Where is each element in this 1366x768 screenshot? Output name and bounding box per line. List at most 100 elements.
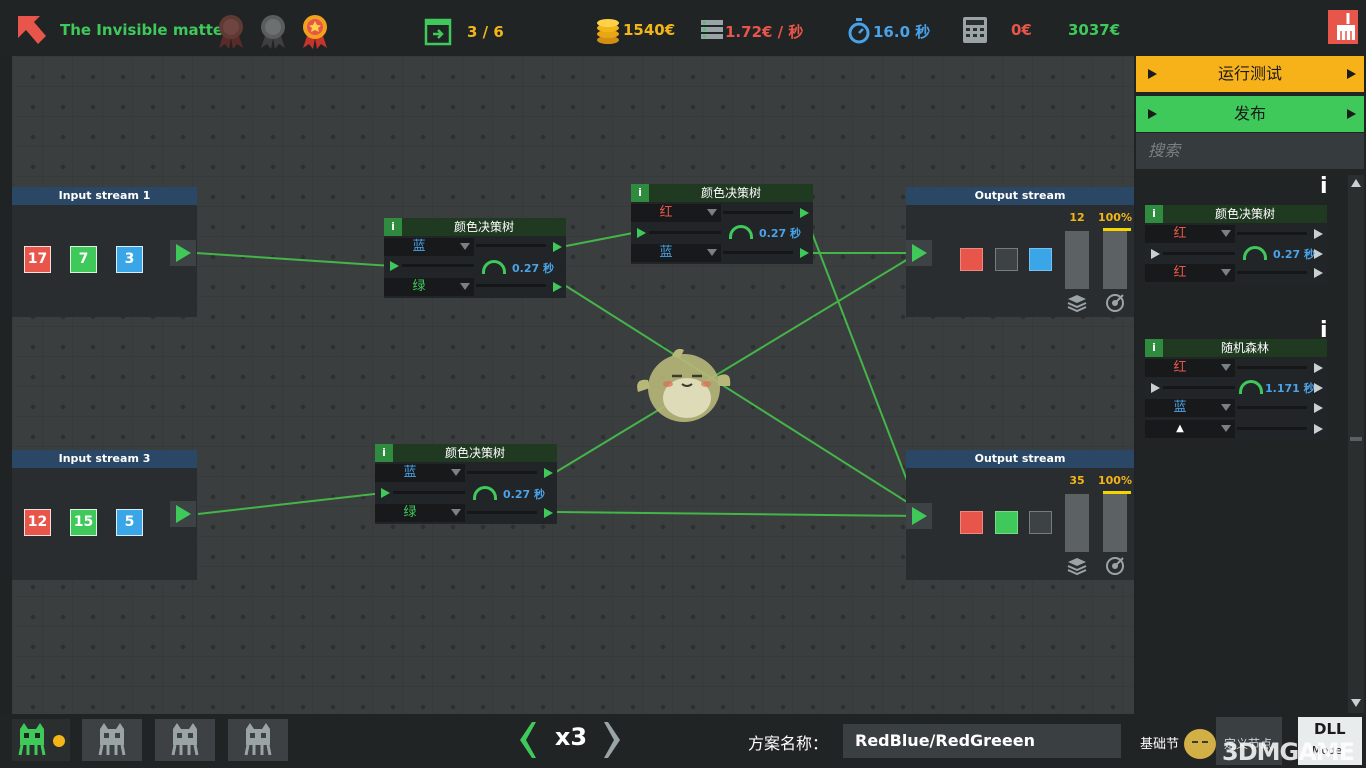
input-port[interactable] xyxy=(906,240,932,266)
node-speed: 0.27 秒 xyxy=(759,227,801,240)
mascot-creature-icon xyxy=(1184,729,1216,759)
run-test-button[interactable]: 运行测试 xyxy=(1136,56,1364,92)
output-port[interactable] xyxy=(544,468,553,478)
output-port[interactable] xyxy=(1314,268,1323,278)
robot-cat-icon xyxy=(98,723,126,756)
scroll-down-icon xyxy=(1351,699,1361,707)
node-speed: 1.171 秒 xyxy=(1265,382,1315,395)
input-port[interactable] xyxy=(906,503,932,529)
library-decision-tree[interactable]: i 颜色决策树 红 红 0.27 秒 xyxy=(1145,205,1327,285)
agent-slot-1[interactable] xyxy=(82,719,142,761)
node-title: 颜色决策树 xyxy=(402,218,566,236)
target-class-red xyxy=(960,248,983,271)
input-port[interactable] xyxy=(1151,249,1160,259)
scheme-name-input[interactable]: RedBlue/RedGreeen xyxy=(843,724,1121,758)
clean-broom-icon xyxy=(1337,13,1355,40)
sidebar-scrollbar[interactable] xyxy=(1348,175,1364,713)
class-select-2[interactable]: 红 xyxy=(1145,264,1235,282)
output-stream-2[interactable]: Output stream 35 100% xyxy=(906,450,1134,580)
input-stream-3[interactable]: Input stream 3 12 15 5 xyxy=(12,450,197,580)
scheme-name-label: 方案名称： xyxy=(748,734,829,753)
class-select-2[interactable]: 蓝 xyxy=(1145,399,1235,417)
clear-button[interactable] xyxy=(1328,10,1358,44)
class-select-2[interactable]: 绿 xyxy=(375,504,465,522)
info-icon[interactable]: i xyxy=(1145,205,1163,223)
level-title: The Invisible matter xyxy=(60,21,231,39)
speed-gauge-icon xyxy=(1239,380,1263,394)
output-stream-1[interactable]: Output stream 12 100% xyxy=(906,187,1134,317)
class-select-2[interactable]: 绿 xyxy=(384,278,474,296)
search-input[interactable]: 搜索 xyxy=(1136,133,1364,169)
node-title: 颜色决策树 xyxy=(1163,205,1327,223)
input-port[interactable] xyxy=(637,228,646,238)
output-port[interactable] xyxy=(1314,424,1323,434)
output-port[interactable] xyxy=(544,508,553,518)
input-port[interactable] xyxy=(390,261,399,271)
target-class-red xyxy=(960,511,983,534)
decision-tree-node-1[interactable]: i 颜色决策树 蓝 绿 0.27 秒 xyxy=(384,218,566,298)
input-port[interactable] xyxy=(381,488,390,498)
info-icon[interactable]: i xyxy=(384,218,402,236)
value-chip-green: 15 xyxy=(70,509,97,536)
output-port[interactable] xyxy=(170,501,196,527)
target-icon xyxy=(1106,294,1124,312)
value-chip-green: 7 xyxy=(70,246,97,273)
medal-silver-icon xyxy=(261,15,285,49)
decision-tree-node-3[interactable]: i 颜色决策树 蓝 绿 0.27 秒 xyxy=(375,444,557,524)
class-select-3[interactable]: ▲ xyxy=(1145,420,1235,438)
medal-bronze-icon xyxy=(219,15,243,49)
processed-count: 35 xyxy=(1069,474,1085,487)
output-port[interactable] xyxy=(1314,363,1323,373)
stream-title: Input stream 1 xyxy=(12,187,197,205)
play-icon xyxy=(1347,109,1356,119)
output-port[interactable] xyxy=(800,208,809,218)
target-icon xyxy=(1106,557,1124,575)
output-port[interactable] xyxy=(1314,229,1323,239)
speed-decrease-chevron-icon[interactable] xyxy=(514,720,538,760)
output-port[interactable] xyxy=(1314,249,1323,259)
info-icon[interactable]: i xyxy=(631,184,649,202)
processed-count: 12 xyxy=(1069,211,1085,224)
coins-icon xyxy=(597,19,619,44)
info-icon[interactable]: i xyxy=(1320,174,1328,199)
node-speed: 0.27 秒 xyxy=(512,262,554,275)
medal-gold-icon xyxy=(303,15,327,49)
agent-slot-2[interactable] xyxy=(155,719,215,761)
cost-value: 0€ xyxy=(1011,21,1032,39)
info-icon[interactable]: i xyxy=(375,444,393,462)
class-select-1[interactable]: 红 xyxy=(631,204,721,222)
class-select-2[interactable]: 蓝 xyxy=(631,244,721,262)
income-rate: 1.72€ / 秒 xyxy=(725,23,804,41)
decision-tree-node-2[interactable]: i 颜色决策树 红 蓝 0.27 秒 xyxy=(631,184,813,264)
output-port[interactable] xyxy=(170,240,196,266)
class-select-1[interactable]: 红 xyxy=(1145,359,1235,377)
output-port[interactable] xyxy=(553,242,562,252)
output-port[interactable] xyxy=(1314,403,1323,413)
target-class-empty xyxy=(995,248,1018,271)
input-stream-1[interactable]: Input stream 1 17 7 3 xyxy=(12,187,197,317)
library-random-forest[interactable]: i 随机森林 红 蓝 ▲ 1.171 秒 xyxy=(1145,339,1327,439)
class-select-1[interactable]: 蓝 xyxy=(384,238,474,256)
input-port[interactable] xyxy=(1151,383,1160,393)
speed-increase-chevron-icon[interactable] xyxy=(602,720,626,760)
output-port[interactable] xyxy=(553,282,562,292)
info-icon[interactable]: i xyxy=(1145,339,1163,357)
agent-slot-3[interactable] xyxy=(228,719,288,761)
accuracy-percent: 100% xyxy=(1098,211,1132,224)
node-title: 颜色决策树 xyxy=(649,184,813,202)
publish-button[interactable]: 发布 xyxy=(1136,96,1364,132)
workspace-canvas[interactable] xyxy=(12,56,1134,714)
agent-slot-active[interactable] xyxy=(12,719,70,761)
layers-icon xyxy=(1067,295,1087,313)
value-chip-blue: 5 xyxy=(116,509,143,536)
watermark: 3DMGAME xyxy=(1222,738,1355,766)
class-select-1[interactable]: 红 xyxy=(1145,225,1235,243)
class-select-1[interactable]: 蓝 xyxy=(375,464,465,482)
output-port[interactable] xyxy=(800,248,809,258)
count-bar xyxy=(1065,231,1089,289)
output-port[interactable] xyxy=(1314,383,1323,393)
back-arrow-icon[interactable] xyxy=(14,12,48,46)
speed-multiplier: x3 xyxy=(554,723,588,751)
tab-basic-nodes[interactable]: 基础节 xyxy=(1140,733,1179,752)
robot-cat-icon xyxy=(244,723,272,756)
